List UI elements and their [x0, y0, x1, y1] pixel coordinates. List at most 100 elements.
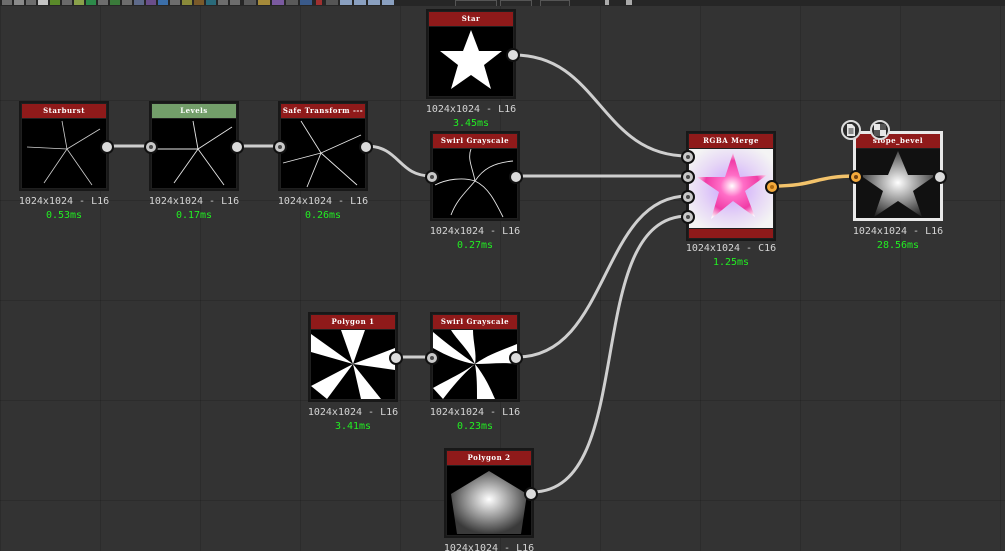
- input-port[interactable]: [425, 170, 439, 184]
- node-thumbnail: [22, 119, 106, 188]
- graph-canvas[interactable]: Starburst 1024x1024 - L16 0.53ms Levels …: [0, 0, 1005, 551]
- toolbar-button[interactable]: [122, 0, 132, 5]
- checker-icon[interactable]: [870, 120, 890, 140]
- toolbar-field[interactable]: [455, 0, 497, 6]
- toolbar-button[interactable]: [62, 0, 72, 5]
- toolbar-field[interactable]: [500, 0, 532, 6]
- output-port[interactable]: [524, 487, 538, 501]
- node-resolution: 1024x1024 - L16: [148, 196, 240, 207]
- node-swirl-grayscale-1[interactable]: Swirl Grayscale 1024x1024 - L16 0.27ms: [425, 131, 523, 251]
- output-port[interactable]: [509, 170, 523, 184]
- toolbar-button[interactable]: [14, 0, 24, 5]
- toolbar-button[interactable]: [182, 0, 192, 5]
- output-port[interactable]: [359, 140, 373, 154]
- toolbar-button[interactable]: [26, 0, 36, 5]
- input-port[interactable]: [681, 210, 695, 224]
- node-polygon-2[interactable]: Polygon 2 1024x1024 - L16: [444, 448, 538, 551]
- node-timing: 1.25ms: [712, 257, 750, 268]
- toolbar-button[interactable]: [354, 0, 366, 5]
- toolbar-button[interactable]: [2, 0, 12, 5]
- toolbar-button[interactable]: [258, 0, 270, 5]
- node-thumbnail: [433, 330, 517, 399]
- node-timing: 0.17ms: [175, 210, 213, 221]
- toolbar-button[interactable]: [170, 0, 180, 5]
- node-levels[interactable]: Levels 1024x1024 - L16 0.17ms: [144, 101, 244, 221]
- toolbar-button[interactable]: [158, 0, 168, 5]
- toolbar-button[interactable]: [286, 0, 298, 5]
- node-slope-bevel[interactable]: slope_bevel 1024x1024 - L16 28.56ms: [849, 131, 947, 251]
- node-polygon-1[interactable]: Polygon 1 1024x1024 - L16 3.41ms: [308, 312, 403, 432]
- output-port[interactable]: [389, 351, 403, 365]
- node-thumbnail: [433, 149, 517, 218]
- output-port[interactable]: [765, 180, 779, 194]
- node-safe-transform[interactable]: Safe Transform --- 1024x1024 - L16 0.26m…: [273, 101, 373, 221]
- toolbar-button[interactable]: [74, 0, 84, 5]
- wire-safe-transform-swirl[interactable]: [364, 144, 433, 178]
- document-icon[interactable]: [841, 120, 861, 140]
- wire-star-rgba-merge[interactable]: [512, 53, 690, 158]
- wire-swirl2-rgba-merge[interactable]: [515, 194, 690, 359]
- node-resolution: 1024x1024 - L16: [429, 407, 521, 418]
- wire-polygon2-rgba-merge[interactable]: [530, 214, 690, 494]
- toolbar-button[interactable]: [134, 0, 144, 5]
- toolbar-button[interactable]: [272, 0, 284, 5]
- node-resolution: 1024x1024 - L16: [425, 104, 517, 115]
- node-thumbnail: [447, 466, 531, 535]
- toolbar: [0, 0, 1005, 6]
- node-title: Levels: [152, 104, 236, 118]
- toolbar-field[interactable]: [540, 0, 570, 6]
- toolbar-button[interactable]: [194, 0, 204, 5]
- node-thumbnail: [429, 27, 513, 96]
- node-resolution: 1024x1024 - L16: [443, 543, 535, 551]
- toolbar-button[interactable]: [244, 0, 256, 5]
- input-port[interactable]: [681, 150, 695, 164]
- node-resolution: 1024x1024 - C16: [685, 243, 777, 254]
- input-port[interactable]: [425, 351, 439, 365]
- node-swirl-grayscale-2[interactable]: Swirl Grayscale 1024x1024 - L16 0.23ms: [425, 312, 523, 432]
- node-starburst[interactable]: Starburst 1024x1024 - L16 0.53ms: [19, 101, 114, 221]
- input-port[interactable]: [849, 170, 863, 184]
- toolbar-button[interactable]: [340, 0, 352, 5]
- node-title: Polygon 2: [447, 451, 531, 465]
- output-port[interactable]: [933, 170, 947, 184]
- node-rgba-merge[interactable]: RGBA Merge 1024x1024 - C16 1.25ms: [681, 131, 779, 268]
- output-port[interactable]: [100, 140, 114, 154]
- node-thumbnail: [281, 119, 365, 188]
- toolbar-button[interactable]: [110, 0, 120, 5]
- toolbar-button[interactable]: [326, 0, 338, 5]
- toolbar-button[interactable]: [382, 0, 394, 5]
- input-port[interactable]: [681, 190, 695, 204]
- toolbar-button[interactable]: [300, 0, 312, 5]
- toolbar-button[interactable]: [38, 0, 48, 5]
- node-title: slope_bevel: [856, 134, 940, 148]
- node-timing: 3.41ms: [334, 421, 372, 432]
- toolbar-button[interactable]: [206, 0, 216, 5]
- output-port[interactable]: [230, 140, 244, 154]
- node-title: Star: [429, 12, 513, 26]
- toolbar-button[interactable]: [605, 0, 609, 5]
- output-port[interactable]: [509, 351, 523, 365]
- node-resolution: 1024x1024 - L16: [852, 226, 944, 237]
- toolbar-button[interactable]: [146, 0, 156, 5]
- toolbar-button[interactable]: [218, 0, 228, 5]
- node-timing: 28.56ms: [876, 240, 920, 251]
- node-thumbnail: [311, 330, 395, 399]
- node-timing: 0.23ms: [456, 421, 494, 432]
- toolbar-button[interactable]: [316, 0, 322, 5]
- toolbar-button[interactable]: [86, 0, 96, 5]
- node-timing: 0.27ms: [456, 240, 494, 251]
- wire-rgba-merge-slope-bevel[interactable]: [772, 174, 858, 188]
- toolbar-button[interactable]: [626, 0, 632, 5]
- input-port[interactable]: [144, 140, 158, 154]
- toolbar-button[interactable]: [230, 0, 240, 5]
- toolbar-button[interactable]: [98, 0, 108, 5]
- output-port[interactable]: [506, 48, 520, 62]
- node-thumbnail: [856, 149, 940, 218]
- node-star[interactable]: Star 1024x1024 - L16 3.45ms: [426, 9, 520, 129]
- toolbar-button[interactable]: [368, 0, 380, 5]
- toolbar-button[interactable]: [50, 0, 60, 5]
- input-port[interactable]: [273, 140, 287, 154]
- node-resolution: 1024x1024 - L16: [429, 226, 521, 237]
- node-thumbnail: [689, 149, 773, 228]
- input-port[interactable]: [681, 170, 695, 184]
